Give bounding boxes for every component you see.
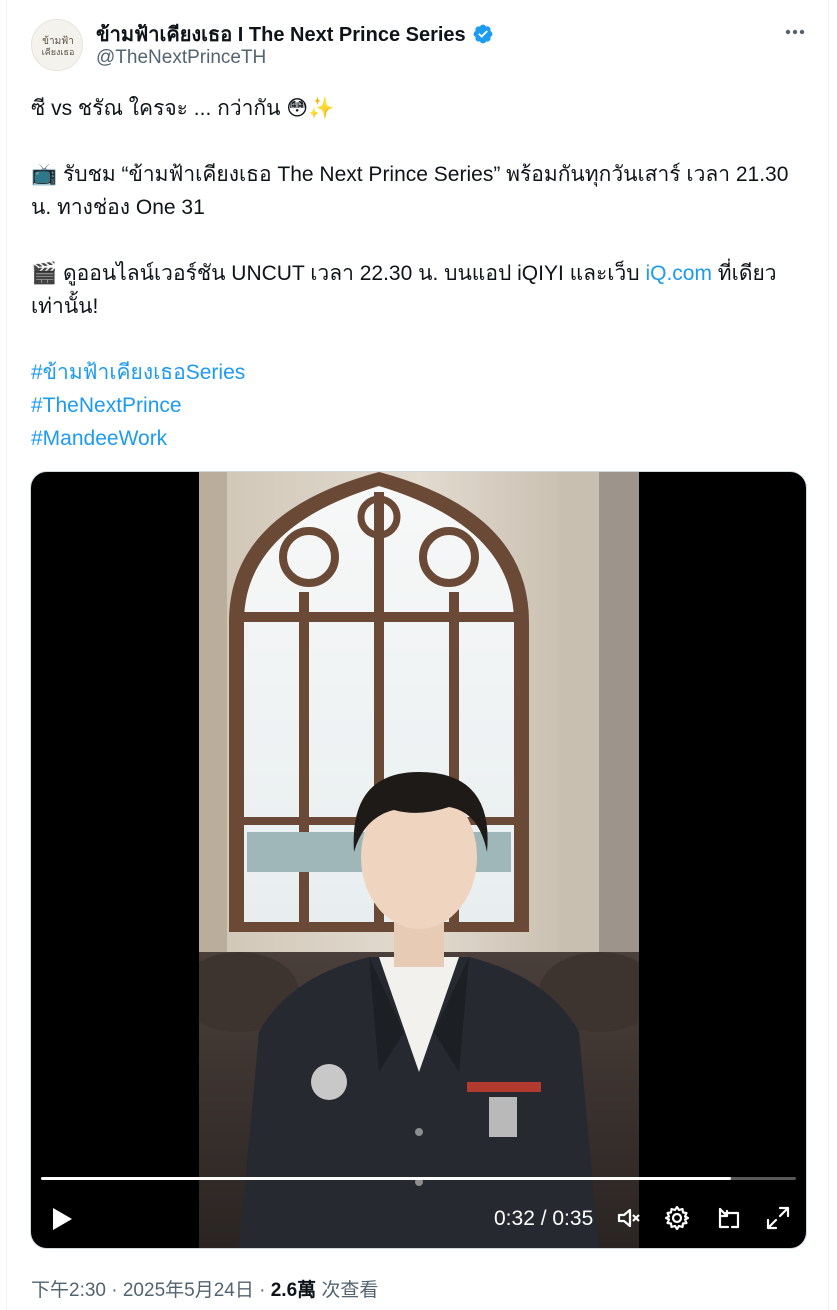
video-player[interactable]: 0:32 / 0:35 xyxy=(30,471,807,1249)
avatar-text-1: ข้ามฟ้า xyxy=(42,35,74,47)
hashtag-link[interactable]: #MandeeWork xyxy=(31,427,167,450)
settings-gear-icon[interactable] xyxy=(663,1204,691,1232)
video-progress-bar[interactable] xyxy=(41,1177,796,1180)
tv-emoji-icon: 📺 xyxy=(31,163,58,186)
tweet-text: ซี vs ชรัณ ใครจะ ... กว่ากัน 😳✨ 📺 รับชม … xyxy=(31,92,801,455)
author-name-row[interactable]: ข้ามฟ้าเคียงเธอ I The Next Prince Series xyxy=(96,18,494,50)
iq-link[interactable]: iQ.com xyxy=(645,262,712,285)
picture-in-picture-icon[interactable] xyxy=(715,1204,743,1232)
hashtag-link[interactable]: #ข้ามฟ้าเคียงเธอSeries xyxy=(31,361,245,384)
tweet-paragraph-2: 📺 รับชม “ข้ามฟ้าเคียงเธอ The Next Prince… xyxy=(31,158,801,224)
avatar-logo: ข้ามฟ้า เคียงเธอ xyxy=(32,20,82,70)
author-handle[interactable]: @TheNextPrinceTH xyxy=(96,47,266,69)
tweet-footer: 下午2:30 · 2025年5月24日 · 2.6萬 次查看 xyxy=(31,1275,378,1302)
view-count: 2.6萬 xyxy=(270,1280,317,1301)
tweet-paragraph-3-text: ดูออนไลน์เวอร์ชัน UNCUT เวลา 22.30 น. บน… xyxy=(57,262,646,285)
view-label: 次查看 xyxy=(316,1280,379,1301)
author-display-name[interactable]: ข้ามฟ้าเคียงเธอ I The Next Prince Series xyxy=(96,18,466,50)
video-frame xyxy=(199,472,639,1248)
play-icon[interactable] xyxy=(49,1205,75,1233)
tweet-paragraph-3: 🎬 ดูออนไลน์เวอร์ชัน UNCUT เวลา 22.30 น. … xyxy=(31,257,801,323)
video-progress-fill xyxy=(41,1177,732,1180)
author-avatar[interactable]: ข้ามฟ้า เคียงเธอ xyxy=(31,19,83,71)
volume-icon[interactable] xyxy=(615,1204,643,1232)
more-horizontal-icon[interactable] xyxy=(781,18,809,46)
tweet-timestamp[interactable]: 下午2:30 · 2025年5月24日 · xyxy=(31,1280,271,1301)
tweet-paragraph-2-text: รับชม “ข้ามฟ้าเคียงเธอ The Next Prince S… xyxy=(31,163,789,219)
verified-badge-icon[interactable] xyxy=(472,23,494,45)
fullscreen-icon[interactable] xyxy=(764,1204,792,1232)
avatar-text-2: เคียงเธอ xyxy=(42,47,75,58)
tweet-line-1: ซี vs ชรัณ ใครจะ ... กว่ากัน 😳✨ xyxy=(31,97,335,120)
hashtag-link[interactable]: #TheNextPrince xyxy=(31,394,182,417)
video-time: 0:32 / 0:35 xyxy=(494,1207,594,1230)
clapper-emoji-icon: 🎬 xyxy=(31,262,58,285)
